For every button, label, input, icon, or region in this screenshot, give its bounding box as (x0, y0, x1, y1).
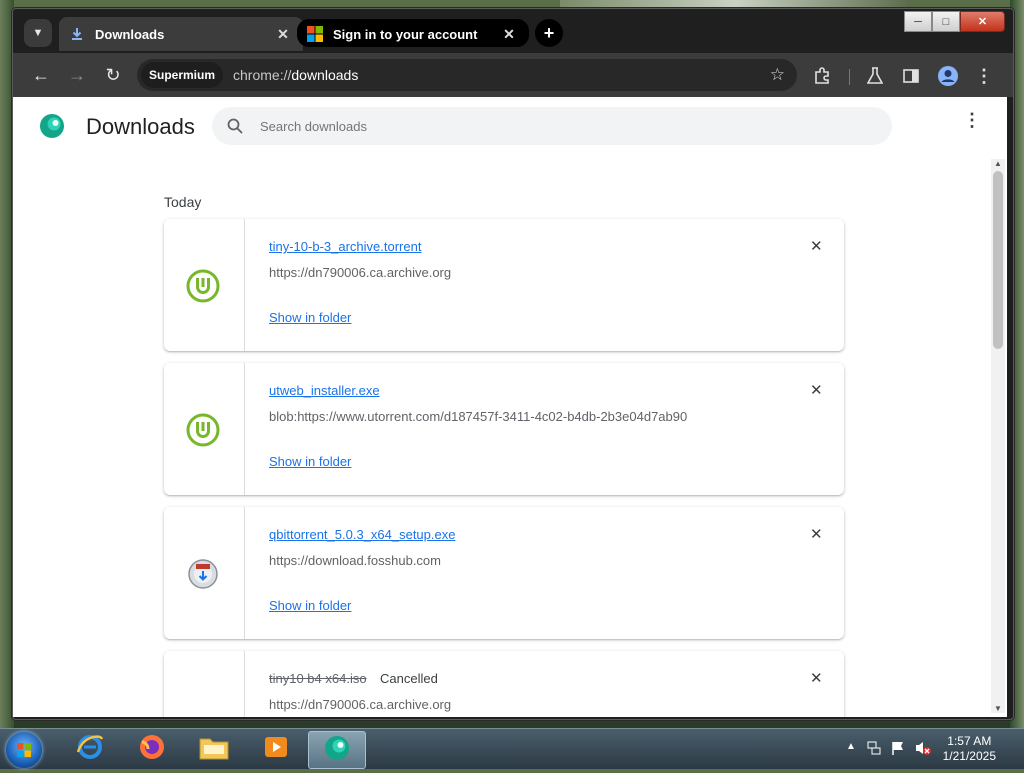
scrollbar-thumb[interactable] (993, 171, 1003, 349)
firefox-icon (137, 732, 167, 767)
clock-time: 1:57 AM (947, 734, 992, 748)
taskbar-firefox[interactable] (124, 731, 180, 767)
internet-explorer-icon (75, 732, 105, 767)
profile-avatar-icon[interactable] (937, 65, 959, 87)
download-item: tiny-10-b-3_archive.torrent https://dn79… (164, 219, 844, 351)
chevron-down-icon: ▼ (32, 27, 44, 39)
utorrent-icon (186, 269, 220, 303)
show-in-folder-link[interactable]: Show in folder (269, 598, 351, 613)
download-icon (69, 26, 85, 42)
file-source-url: https://dn790006.ca.archive.org (269, 697, 452, 712)
show-in-folder-link[interactable]: Show in folder (269, 454, 351, 469)
more-actions-icon[interactable]: ⋮ (963, 111, 981, 129)
download-item: tiny10 b4 x64.iso Cancelled https://dn79… (164, 651, 844, 717)
folder-icon (198, 733, 230, 766)
action-center-flag-icon[interactable] (890, 740, 906, 761)
page-title: Downloads (86, 114, 195, 139)
bookmark-star-icon[interactable]: ☆ (770, 65, 785, 85)
search-icon (226, 117, 244, 135)
forward-button[interactable]: → (65, 63, 89, 87)
page-scrollbar[interactable]: ▲ ▼ (991, 159, 1005, 713)
close-tab-icon[interactable]: ✕ (501, 26, 517, 43)
supermium-logo-icon (39, 113, 65, 139)
url-text: chrome://downloads (233, 67, 359, 83)
file-name-link[interactable]: qbittorrent_5.0.3_x64_setup.exe (269, 527, 455, 542)
file-source-url: https://dn790006.ca.archive.org (269, 265, 452, 280)
remove-download-icon[interactable]: ✕ (810, 669, 823, 687)
file-source-url: blob:https://www.utorrent.com/d187457f-3… (269, 409, 688, 424)
back-button[interactable]: ← (29, 63, 53, 87)
download-item: qbittorrent_5.0.3_x64_setup.exe https://… (164, 507, 844, 639)
taskbar-file-explorer[interactable] (186, 731, 242, 767)
date-section-label: Today (164, 194, 202, 210)
browser-window: ▼ Downloads ✕ Sign in to your account ✕ … (12, 8, 1014, 720)
tab-title: Downloads (95, 26, 165, 42)
site-info-chip[interactable]: Supermium (141, 62, 224, 88)
page-header: Downloads ⋮ (13, 97, 1007, 155)
taskbar-media-player[interactable] (248, 731, 304, 767)
volume-muted-icon[interactable] (914, 740, 932, 761)
show-hidden-icons-icon[interactable]: ▲ (846, 741, 856, 752)
tab-search-button[interactable]: ▼ (24, 19, 52, 47)
downloads-page: Downloads ⋮ Today tiny-10-b-3_archive.to… (13, 97, 1007, 717)
clock-date: 1/21/2025 (942, 749, 996, 763)
download-item: utweb_installer.exe blob:https://www.uto… (164, 363, 844, 495)
file-icon-column (164, 651, 245, 717)
utorrent-icon (186, 413, 220, 447)
file-icon (186, 701, 220, 717)
address-bar[interactable]: Supermium chrome://downloads ☆ (137, 59, 797, 91)
browser-menu-icon[interactable]: ⋮ (973, 65, 995, 87)
download-status: Cancelled (380, 671, 438, 686)
network-icon[interactable] (866, 740, 882, 761)
taskbar-supermium[interactable] (308, 731, 366, 769)
side-panel-icon[interactable] (900, 65, 922, 87)
reload-button[interactable]: ↻ (101, 63, 125, 87)
file-name-cancelled: tiny10 b4 x64.iso (269, 671, 367, 686)
maximize-button[interactable]: □ (932, 11, 960, 32)
search-input[interactable] (258, 117, 862, 135)
close-window-button[interactable]: ✕ (960, 11, 1005, 32)
close-tab-icon[interactable]: ✕ (275, 26, 291, 43)
browser-toolbar: ← → ↻ Supermium chrome://downloads ☆ ⋮ (13, 53, 1013, 97)
file-icon-column (164, 219, 245, 351)
file-source-url: https://download.fosshub.com (269, 553, 441, 568)
file-name-link[interactable]: utweb_installer.exe (269, 383, 380, 398)
remove-download-icon[interactable]: ✕ (810, 381, 823, 399)
search-box[interactable] (212, 107, 892, 145)
taskbar-internet-explorer[interactable] (62, 731, 118, 767)
taskbar: ▲ 1:57 AM 1/21/2025 (0, 728, 1024, 769)
scroll-down-arrow-icon[interactable]: ▼ (994, 704, 1002, 713)
minimize-button[interactable]: ─ (904, 11, 932, 32)
remove-download-icon[interactable]: ✕ (810, 525, 823, 543)
microsoft-icon (307, 26, 323, 42)
scroll-up-arrow-icon[interactable]: ▲ (994, 159, 1002, 168)
show-in-folder-link[interactable]: Show in folder (269, 310, 351, 325)
toolbar-divider (849, 69, 850, 85)
supermium-icon (323, 734, 351, 767)
title-bar: ▼ Downloads ✕ Sign in to your account ✕ … (13, 9, 1013, 53)
start-button[interactable] (6, 732, 42, 768)
file-name-link[interactable]: tiny-10-b-3_archive.torrent (269, 239, 421, 254)
file-icon-column (164, 363, 245, 495)
new-tab-button[interactable]: + (535, 19, 563, 47)
tab-sign-in[interactable]: Sign in to your account ✕ (297, 17, 529, 51)
remove-download-icon[interactable]: ✕ (810, 237, 823, 255)
installer-icon (186, 557, 220, 591)
window-controls: ─ □ ✕ (904, 11, 1005, 32)
clock[interactable]: 1:57 AM 1/21/2025 (943, 734, 996, 764)
labs-flask-icon[interactable] (864, 65, 886, 87)
extensions-icon[interactable] (811, 65, 833, 87)
tab-downloads[interactable]: Downloads ✕ (59, 17, 303, 51)
media-player-icon (262, 733, 290, 766)
tab-title: Sign in to your account (333, 26, 478, 42)
file-icon-column (164, 507, 245, 639)
